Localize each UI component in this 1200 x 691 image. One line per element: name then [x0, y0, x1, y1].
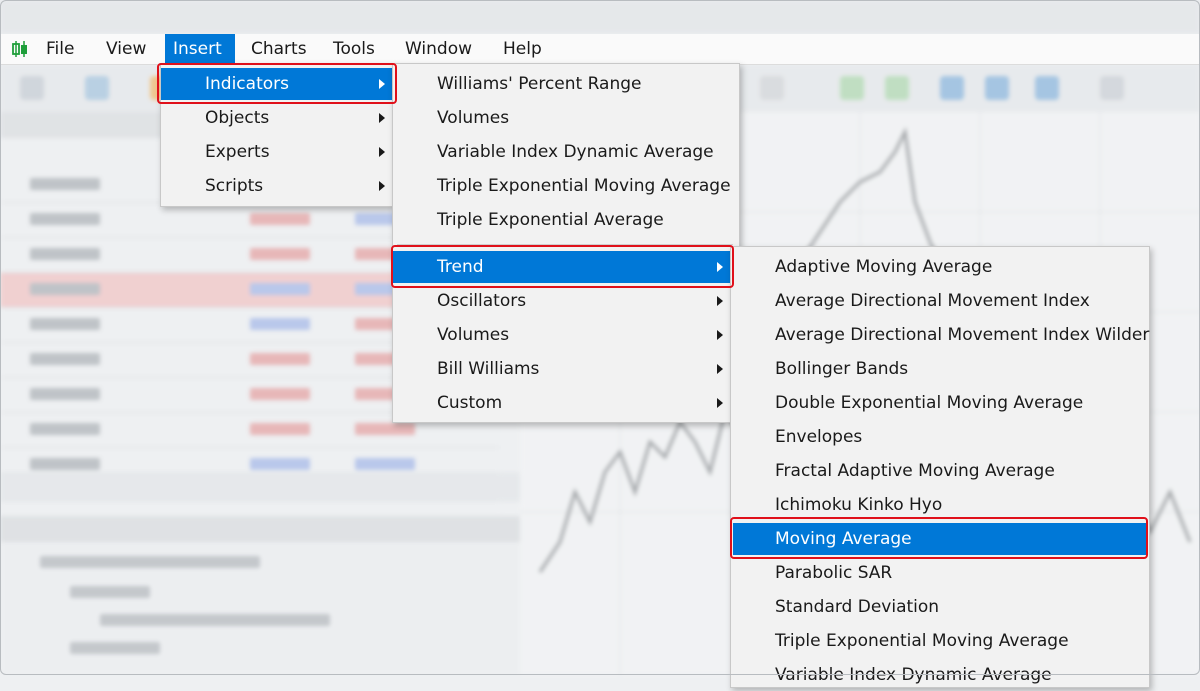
indicator-item[interactable]: Volumes	[393, 102, 739, 134]
indicator-item[interactable]: Variable Index Dynamic Average	[393, 136, 739, 168]
menu-charts[interactable]: Charts	[243, 34, 315, 64]
trend-item[interactable]: Average Directional Movement Index Wilde…	[731, 319, 1149, 351]
trend-item[interactable]: Standard Deviation	[731, 591, 1149, 623]
trend-item[interactable]: Bollinger Bands	[731, 353, 1149, 385]
trend-item[interactable]: Parabolic SAR	[731, 557, 1149, 589]
trend-item[interactable]: Double Exponential Moving Average	[731, 387, 1149, 419]
trend-item-moving-average[interactable]: Moving Average	[733, 523, 1147, 555]
menu-separator	[397, 244, 733, 245]
indicators-menu: Williams' Percent Range Volumes Variable…	[392, 63, 740, 423]
menu-file[interactable]: File	[38, 34, 82, 64]
indicators-submenu-oscillators[interactable]: Oscillators	[393, 285, 731, 317]
chevron-right-icon	[379, 181, 385, 191]
market-watch-tabs	[0, 472, 520, 502]
menu-help[interactable]: Help	[495, 34, 550, 64]
navigator-panel	[0, 516, 520, 675]
chevron-right-icon	[379, 79, 385, 89]
insert-menu-item-objects[interactable]: Objects	[161, 102, 393, 134]
indicators-submenu-bill-williams[interactable]: Bill Williams	[393, 353, 731, 385]
insert-menu-item-experts[interactable]: Experts	[161, 136, 393, 168]
chevron-right-icon	[379, 147, 385, 157]
trend-menu: Adaptive Moving Average Average Directio…	[730, 246, 1150, 688]
trend-item[interactable]: Adaptive Moving Average	[731, 251, 1149, 283]
chevron-right-icon	[717, 296, 723, 306]
indicators-submenu-custom[interactable]: Custom	[393, 387, 731, 419]
trend-item[interactable]: Envelopes	[731, 421, 1149, 453]
indicator-item[interactable]: Triple Exponential Moving Average	[393, 170, 739, 202]
chevron-right-icon	[379, 113, 385, 123]
chevron-right-icon	[717, 262, 723, 272]
trend-item[interactable]: Variable Index Dynamic Average	[731, 659, 1149, 691]
chevron-right-icon	[717, 330, 723, 340]
indicators-submenu-volumes[interactable]: Volumes	[393, 319, 731, 351]
menu-insert[interactable]: Insert	[165, 34, 235, 64]
indicator-item[interactable]: Williams' Percent Range	[393, 68, 739, 100]
trend-item[interactable]: Average Directional Movement Index	[731, 285, 1149, 317]
trend-item[interactable]: Ichimoku Kinko Hyo	[731, 489, 1149, 521]
trend-item[interactable]: Triple Exponential Moving Average	[731, 625, 1149, 657]
insert-menu-item-indicators[interactable]: Indicators	[161, 68, 393, 100]
indicator-item[interactable]: Triple Exponential Average	[393, 204, 739, 236]
menu-view[interactable]: View	[98, 34, 154, 64]
insert-menu-item-scripts[interactable]: Scripts	[161, 170, 393, 202]
chevron-right-icon	[717, 364, 723, 374]
trend-item[interactable]: Fractal Adaptive Moving Average	[731, 455, 1149, 487]
candlestick-chart-icon	[12, 41, 27, 57]
menu-window[interactable]: Window	[397, 34, 480, 64]
insert-menu: Indicators Objects Experts Scripts	[160, 63, 394, 207]
menu-tools[interactable]: Tools	[325, 34, 383, 64]
menu-bar: File View Insert Charts Tools Window Hel…	[0, 34, 1200, 65]
chevron-right-icon	[717, 398, 723, 408]
indicators-submenu-trend[interactable]: Trend	[393, 251, 731, 283]
window-titlebar	[0, 0, 1200, 34]
